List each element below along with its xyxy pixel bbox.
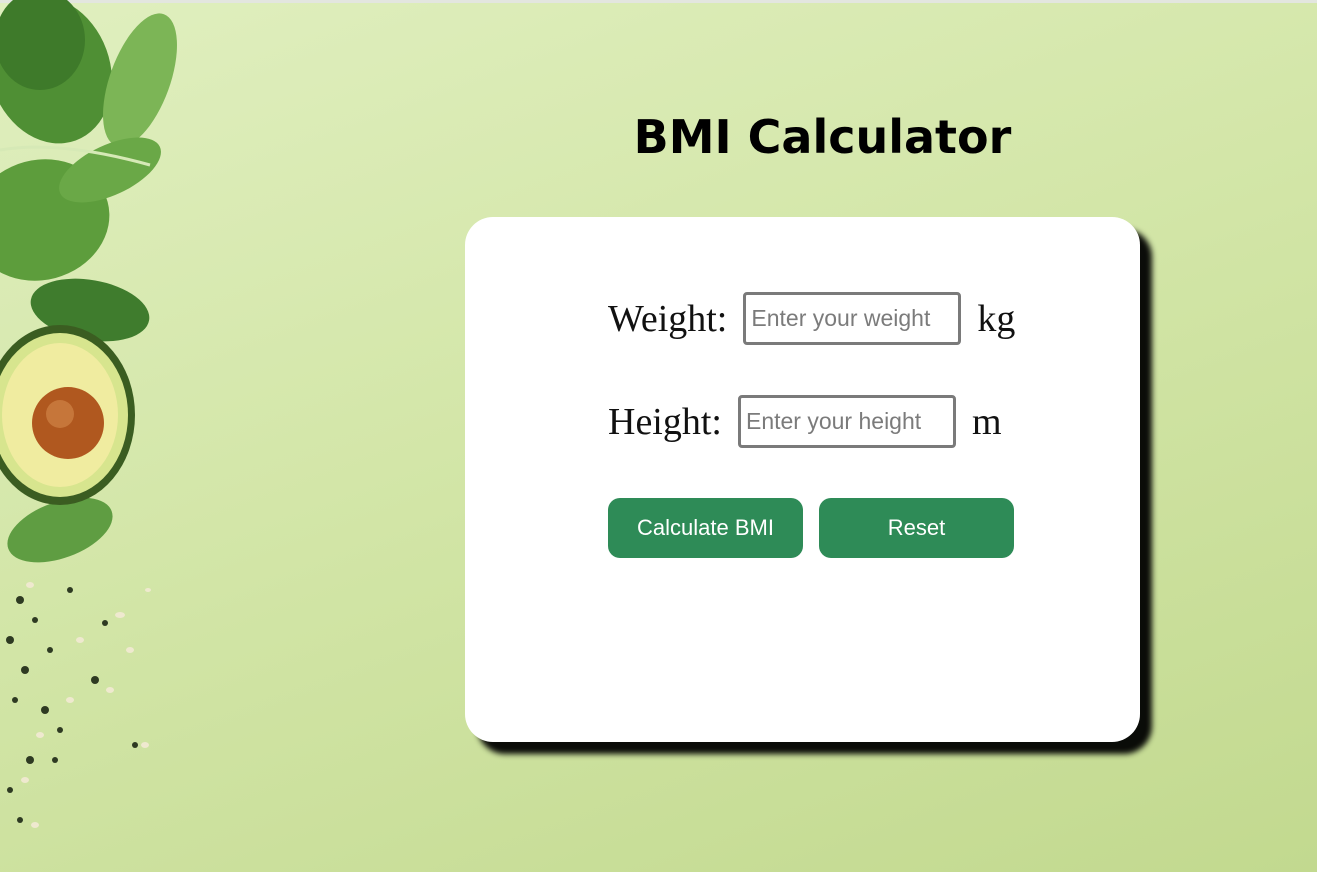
weight-label: Weight:: [608, 297, 728, 340]
height-unit: m: [971, 400, 1002, 443]
page-title: BMI Calculator: [633, 110, 1012, 164]
height-input[interactable]: [737, 395, 956, 448]
calculate-bmi-button[interactable]: Calculate BMI: [608, 498, 803, 558]
light-seeds-icon: [21, 582, 151, 828]
weight-input[interactable]: [743, 292, 962, 345]
avocado-icon: [0, 325, 135, 505]
bmi-form-card: Weight: kg Height: m Calculate BMI Reset: [465, 217, 1140, 742]
height-row: Height: m: [608, 395, 1002, 448]
weight-row: Weight: kg: [608, 292, 1015, 345]
seeds-icon: [6, 587, 138, 823]
weight-unit: kg: [977, 297, 1016, 340]
reset-button[interactable]: Reset: [819, 498, 1014, 558]
height-label: Height:: [608, 400, 722, 443]
vegetables-background-image: [0, 0, 177, 828]
